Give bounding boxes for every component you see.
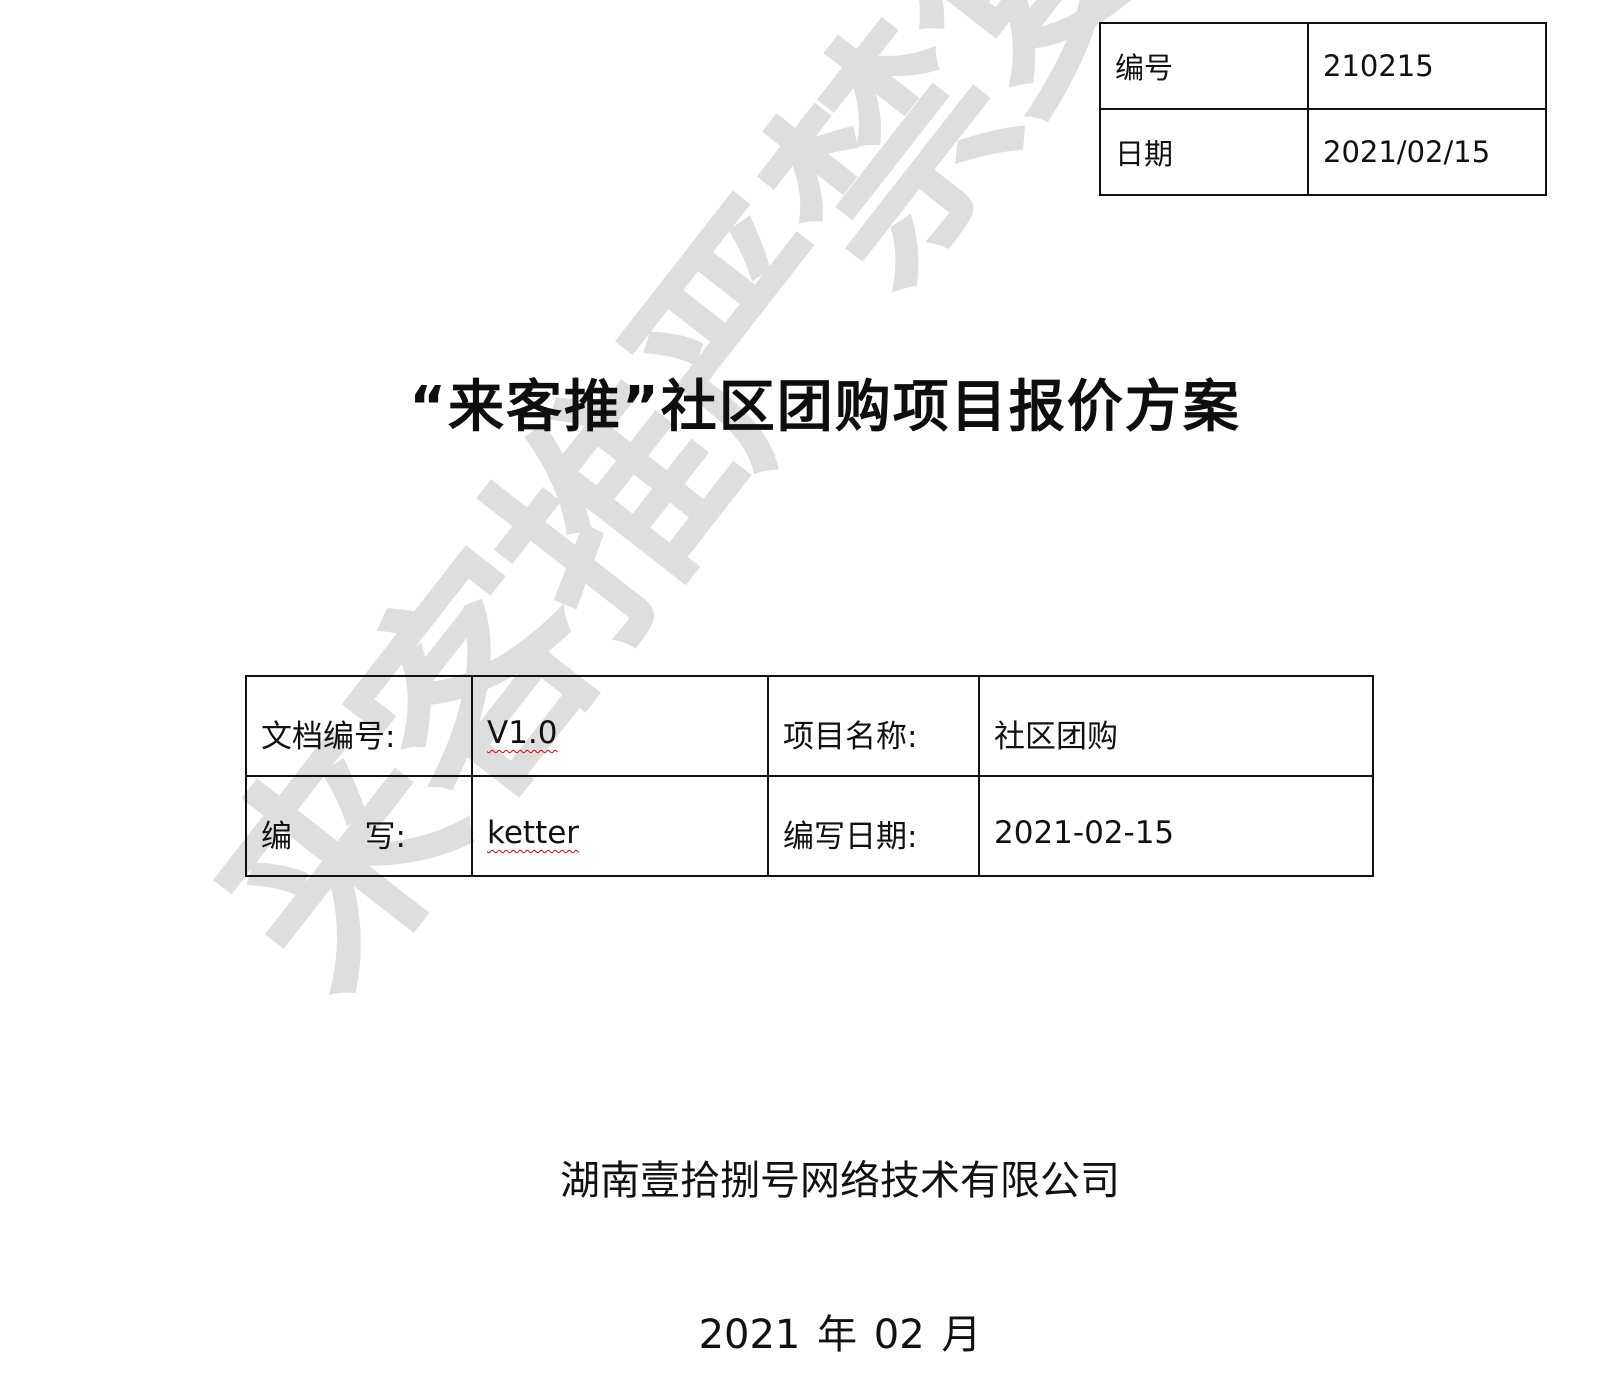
write-date-value: 2021-02-15 <box>978 775 1374 877</box>
doc-number-label: 文档编号: <box>245 675 473 777</box>
document-meta-table: 编号 210215 日期 2021/02/15 <box>1099 22 1547 196</box>
meta-number-label: 编号 <box>1099 22 1309 110</box>
info-row-2: 编 写: ketter 编写日期: 2021-02-15 <box>245 775 1374 877</box>
author-label: 编 写: <box>261 811 406 856</box>
author-label-cell: 编 写: <box>245 775 473 877</box>
write-date-label: 编写日期: <box>767 775 980 877</box>
author-label-first: 编 <box>261 818 292 855</box>
project-name-label: 项目名称: <box>767 675 980 777</box>
project-name-value: 社区团购 <box>978 675 1374 777</box>
info-row-1: 文档编号: V1.0 项目名称: 社区团购 <box>245 675 1374 777</box>
author-cell: ketter <box>471 775 769 877</box>
meta-date-value: 2021/02/15 <box>1307 108 1547 196</box>
doc-number-cell: V1.0 <box>471 675 769 777</box>
document-date: 2021 年 02 月 <box>698 1312 982 1358</box>
author-value: ketter <box>487 815 580 851</box>
meta-row-date: 日期 2021/02/15 <box>1099 108 1547 196</box>
company-name: 湖南壹拾捌号网络技术有限公司 <box>560 1158 1120 1204</box>
author-label-second: 写: <box>364 818 406 855</box>
meta-number-value: 210215 <box>1307 22 1547 110</box>
meta-date-label: 日期 <box>1099 108 1309 196</box>
document-info-table: 文档编号: V1.0 项目名称: 社区团购 编 写: ketter 编写日期: … <box>245 675 1374 877</box>
document-title: “来客推”社区团购项目报价方案 <box>409 375 1241 440</box>
doc-number-value: V1.0 <box>487 715 558 751</box>
meta-row-number: 编号 210215 <box>1099 22 1547 110</box>
